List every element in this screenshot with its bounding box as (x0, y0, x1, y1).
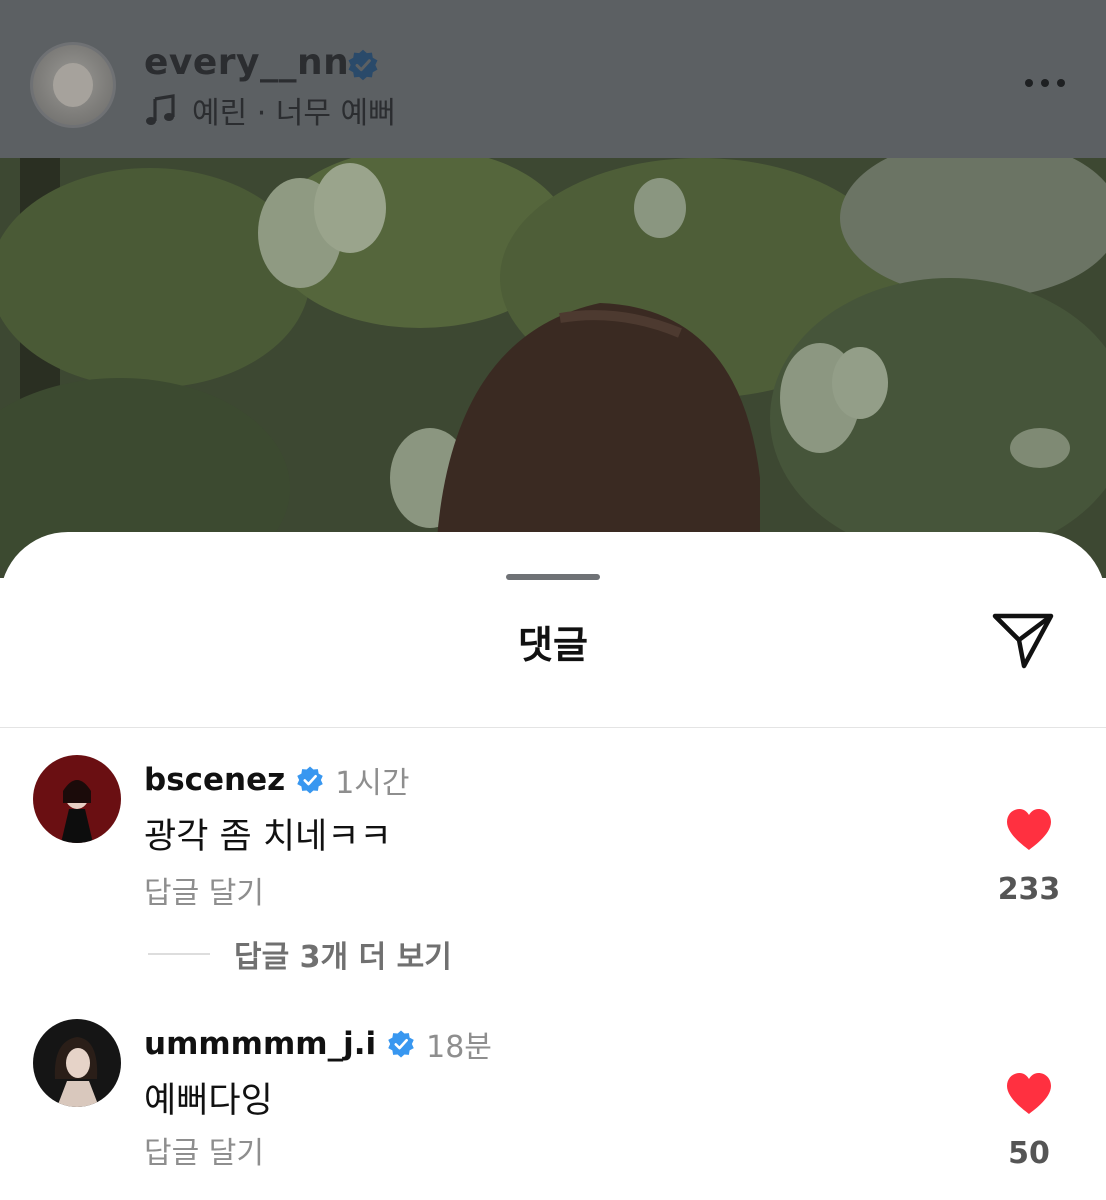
commenter-username[interactable]: bscenez (144, 762, 285, 798)
comment-text: 광각 좀 치네ㅋㅋ (144, 817, 392, 857)
post-photo[interactable] (0, 158, 1106, 578)
reply-button[interactable]: 답글 달기 (144, 1128, 264, 1172)
like-count: 233 (997, 872, 1061, 907)
comment-time: 1시간 (335, 766, 410, 801)
send-icon[interactable] (990, 610, 1056, 670)
comment-username-row: bscenez 1시간 (144, 758, 409, 802)
commenter-avatar[interactable] (33, 1019, 121, 1107)
like-count: 50 (1008, 1136, 1050, 1171)
post-header: every__nn 예린 · 너무 예뻐 (0, 0, 1106, 158)
sheet-title: 댓글 (518, 623, 588, 667)
verified-badge-icon (348, 49, 378, 81)
post-music-label: 예린 · 너무 예뻐 (192, 96, 396, 131)
verified-badge-icon (297, 766, 323, 794)
post-music-row[interactable]: 예린 · 너무 예뻐 (144, 90, 396, 131)
more-options-icon[interactable] (1020, 70, 1070, 96)
view-more-replies[interactable]: 답글 3개 더 보기 (148, 932, 452, 976)
heart-icon[interactable] (1005, 1072, 1053, 1116)
reply-button[interactable]: 답글 달기 (144, 868, 264, 912)
sheet-divider (0, 727, 1106, 728)
view-more-replies-label: 답글 3개 더 보기 (234, 940, 452, 975)
comments-sheet: 댓글 bscenez 1시간 광각 좀 치네ㅋㅋ 답글 달기 233 답글 3개… (0, 532, 1106, 1200)
heart-icon[interactable] (1005, 808, 1053, 852)
comment-username-row: ummmmm_j.i 18분 (144, 1022, 492, 1066)
sheet-grabber[interactable] (506, 574, 600, 580)
music-note-icon (146, 94, 175, 125)
comment-time: 18분 (426, 1030, 492, 1065)
commenter-username[interactable]: ummmmm_j.i (144, 1026, 376, 1062)
commenter-avatar[interactable] (33, 755, 121, 843)
post-author-avatar[interactable] (30, 42, 116, 128)
comment-text: 예뻐다잉 (144, 1081, 273, 1121)
verified-badge-icon (388, 1030, 414, 1058)
post-author-username[interactable]: every__nn (144, 42, 349, 83)
